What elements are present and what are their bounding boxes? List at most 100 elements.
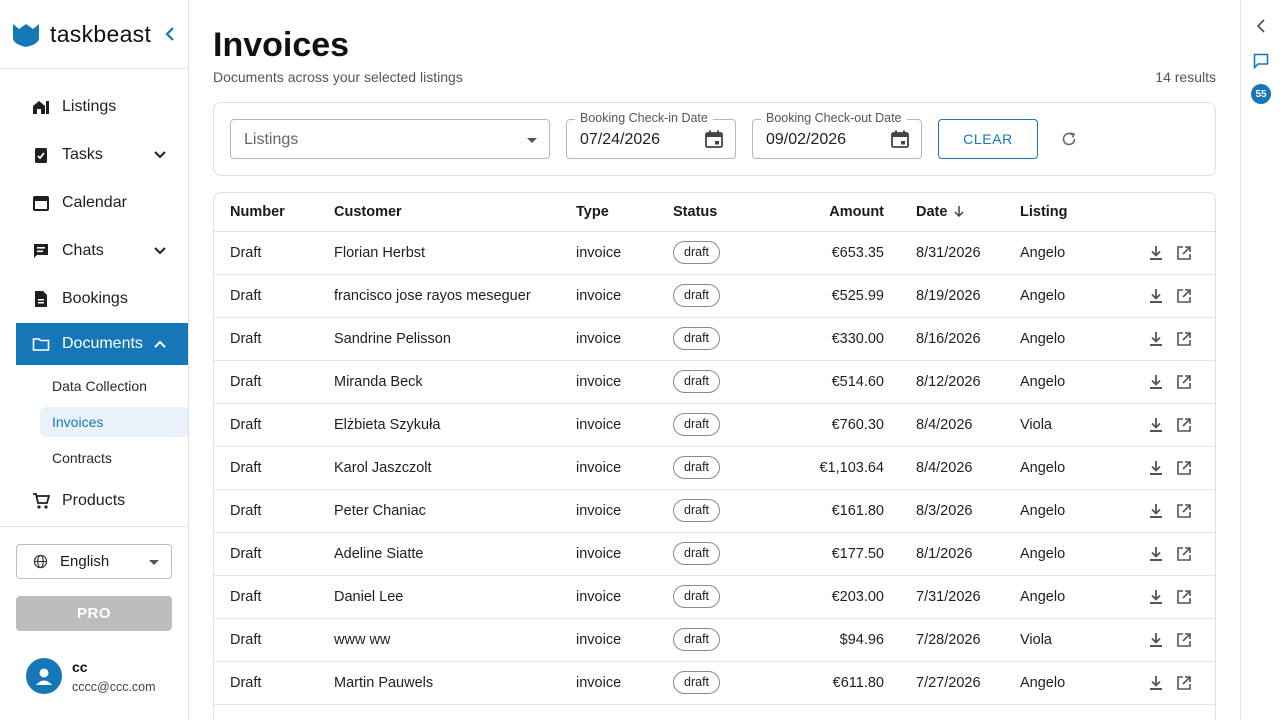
sub-nav-data-collection[interactable]: Data Collection xyxy=(0,371,188,401)
calendar-icon xyxy=(32,194,50,212)
nav-documents[interactable]: Documents xyxy=(16,323,188,365)
download-icon[interactable] xyxy=(1147,416,1165,434)
header-date[interactable]: Date xyxy=(902,193,1004,232)
language-select[interactable]: English xyxy=(16,544,172,579)
sort-descending-icon[interactable] xyxy=(953,205,965,217)
status-badge: draft xyxy=(673,585,721,608)
sub-nav-contracts[interactable]: Contracts xyxy=(0,443,188,473)
cell-listing: Angelo xyxy=(1004,231,1104,275)
calendar-icon[interactable] xyxy=(890,129,910,149)
nav-tasks[interactable]: Tasks xyxy=(0,131,188,179)
chevron-down-icon[interactable] xyxy=(152,147,168,163)
table-row[interactable]: Draft francisco jose rayos meseguer invoic… xyxy=(214,274,1215,318)
notification-count-badge[interactable]: 55 xyxy=(1251,84,1271,104)
header-customer[interactable]: Customer xyxy=(334,193,576,232)
chevron-up-icon[interactable] xyxy=(152,336,168,352)
cell-type: invoice xyxy=(576,575,673,619)
download-icon[interactable] xyxy=(1147,674,1165,692)
nav-documents-label: Documents xyxy=(62,335,143,352)
status-badge: draft xyxy=(673,241,721,264)
cell-listing: Viola xyxy=(1004,403,1104,447)
refresh-icon[interactable] xyxy=(1060,130,1078,148)
nav-listings[interactable]: Listings xyxy=(0,83,188,131)
cell-listing: Viola xyxy=(1004,618,1104,662)
table-body: Draft Florian Herbst invoice draft €653.35 8/… xyxy=(214,231,1215,705)
header-number[interactable]: Number xyxy=(214,193,334,232)
table-row[interactable]: Draft Miranda Beck invoice draft €514.60 8/12… xyxy=(214,360,1215,404)
open-external-icon[interactable] xyxy=(1175,287,1193,305)
pro-button[interactable]: PRO xyxy=(16,596,172,631)
table-row[interactable]: Draft www ww invoice draft $94.96 7/28/2026 Vi… xyxy=(214,618,1215,662)
download-icon[interactable] xyxy=(1147,244,1165,262)
nav-tasks-label: Tasks xyxy=(62,146,103,163)
download-icon[interactable] xyxy=(1147,287,1165,305)
open-external-icon[interactable] xyxy=(1175,588,1193,606)
table-row[interactable]: Draft Elżbieta Szykuła invoice draft €760.30… xyxy=(214,403,1215,447)
download-icon[interactable] xyxy=(1147,373,1165,391)
download-icon[interactable] xyxy=(1147,631,1165,649)
download-icon[interactable] xyxy=(1147,545,1165,563)
download-icon[interactable] xyxy=(1147,330,1165,348)
header-type[interactable]: Type xyxy=(576,193,673,232)
nav-products[interactable]: Products xyxy=(0,477,188,525)
nav-listings-label: Listings xyxy=(62,98,117,115)
table-row[interactable]: Draft Florian Herbst invoice draft €653.35 8/… xyxy=(214,231,1215,275)
open-external-icon[interactable] xyxy=(1175,674,1193,692)
download-icon[interactable] xyxy=(1147,588,1165,606)
user-profile[interactable]: cc cccc@ccc.com xyxy=(26,658,156,694)
cell-listing: Angelo xyxy=(1004,489,1104,533)
cell-listing: Angelo xyxy=(1004,317,1104,361)
sub-nav-invoices[interactable]: Invoices xyxy=(40,407,188,437)
table-row[interactable]: Draft Adeline Siatte invoice draft €177.50 8/… xyxy=(214,532,1215,576)
chat-bubble-icon[interactable] xyxy=(1253,53,1269,69)
cell-date: 8/31/2026 xyxy=(902,231,1004,275)
cell-customer: Miranda Beck xyxy=(334,360,576,404)
table-row[interactable]: Draft Sandrine Pelisson invoice draft €330.0… xyxy=(214,317,1215,361)
table-row[interactable]: Draft Daniel Lee invoice draft €203.00 7/31/2… xyxy=(214,575,1215,619)
checkin-date-field[interactable]: Booking Check-in Date 07/24/2026 xyxy=(566,111,736,159)
nav-chats[interactable]: Chats xyxy=(0,227,188,275)
download-icon[interactable] xyxy=(1147,459,1165,477)
table-row[interactable]: Draft Peter Chaniac invoice draft €161.80 8/3… xyxy=(214,489,1215,533)
nav-bookings[interactable]: Bookings xyxy=(0,275,188,323)
status-badge: draft xyxy=(673,456,721,479)
cell-number: Draft xyxy=(214,231,334,275)
sidebar: taskbeast Listings Tasks Calendar Chats … xyxy=(0,0,189,720)
cell-date: 7/28/2026 xyxy=(902,618,1004,662)
nav-calendar[interactable]: Calendar xyxy=(0,179,188,227)
calendar-icon[interactable] xyxy=(704,129,724,149)
table-row[interactable]: Draft Martin Pauwels invoice draft €611.80 7/… xyxy=(214,661,1215,705)
cell-status: draft xyxy=(673,317,768,361)
checkout-date-field[interactable]: Booking Check-out Date 09/02/2026 xyxy=(752,111,922,159)
download-icon[interactable] xyxy=(1147,502,1165,520)
cell-date: 8/4/2026 xyxy=(902,403,1004,447)
header-status[interactable]: Status xyxy=(673,193,768,232)
cell-type: invoice xyxy=(576,618,673,662)
open-external-icon[interactable] xyxy=(1175,373,1193,391)
open-external-icon[interactable] xyxy=(1175,502,1193,520)
cell-customer: Karol Jaszczolt xyxy=(334,446,576,490)
chevron-left-icon[interactable] xyxy=(1254,17,1268,35)
chevron-down-icon[interactable] xyxy=(152,243,168,259)
header-listing[interactable]: Listing xyxy=(1004,193,1104,232)
open-external-icon[interactable] xyxy=(1175,459,1193,477)
status-badge: draft xyxy=(673,628,721,651)
open-external-icon[interactable] xyxy=(1175,416,1193,434)
shopping-cart-icon xyxy=(32,492,50,510)
task-clipboard-icon xyxy=(32,146,50,164)
cell-status: draft xyxy=(673,274,768,318)
cell-listing: Angelo xyxy=(1004,446,1104,490)
open-external-icon[interactable] xyxy=(1175,244,1193,262)
house-icon xyxy=(32,98,50,116)
clear-button[interactable]: CLEAR xyxy=(938,119,1038,159)
open-external-icon[interactable] xyxy=(1175,631,1193,649)
table-row[interactable]: Draft Karol Jaszczolt invoice draft €1,103.6… xyxy=(214,446,1215,490)
cell-date: 7/31/2026 xyxy=(902,575,1004,619)
cell-number: Draft xyxy=(214,489,334,533)
collapse-sidebar-icon[interactable] xyxy=(162,24,178,44)
open-external-icon[interactable] xyxy=(1175,330,1193,348)
header-amount[interactable]: Amount xyxy=(768,193,902,232)
open-external-icon[interactable] xyxy=(1175,545,1193,563)
listings-select[interactable]: Listings xyxy=(230,119,550,159)
cell-number: Draft xyxy=(214,575,334,619)
